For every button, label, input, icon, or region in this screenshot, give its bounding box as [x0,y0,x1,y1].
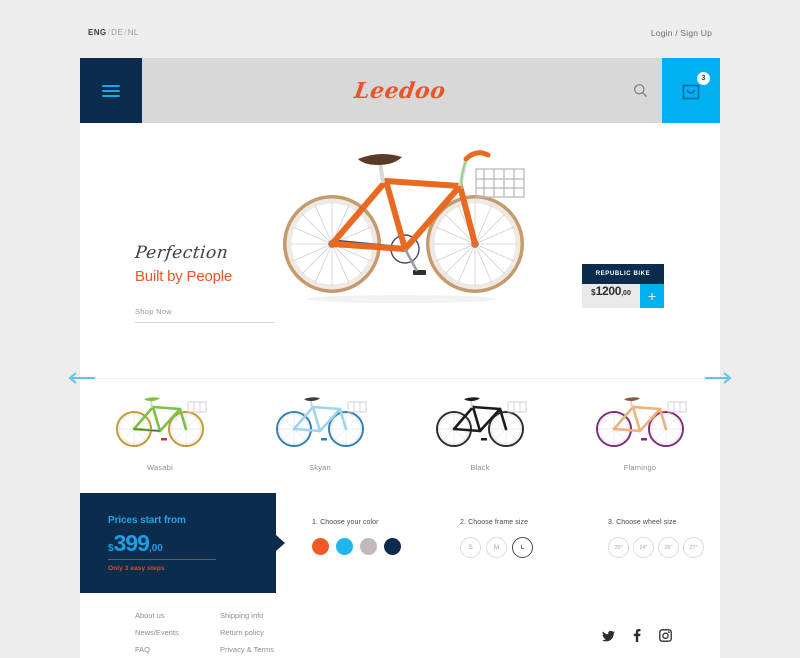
login-signup-link[interactable]: Login / Sign Up [651,28,712,38]
social-links [602,629,672,647]
utility-bar: ENG/DE/NL Login / Sign Up [0,0,800,58]
bike-thumb-flamingo [595,397,686,447]
wheel-size-24[interactable]: 24" [633,537,654,558]
search-button[interactable] [618,58,662,123]
color-swatch-navy[interactable] [384,538,401,555]
footer-link-return-policy[interactable]: Return policy [220,624,274,641]
carousel-item-label: Flamingo [623,463,657,472]
facebook-icon[interactable] [633,629,641,647]
price-integer: 1200 [595,284,622,298]
search-icon [633,84,647,98]
instagram-icon[interactable] [659,629,672,647]
wheel-size-27[interactable]: 27" [683,537,704,558]
arrow-right-icon [705,372,732,384]
step-wheel-size: 3. Choose wheel size 20" 24" 26" 27" [572,493,720,593]
shop-now-link[interactable]: Shop Now [135,307,275,323]
carousel-item-label: Wasabi [147,463,173,472]
footer-link-news-events[interactable]: News/Events [135,624,179,641]
configurator-steps: 1. Choose your color 2. Choose frame siz… [276,493,720,593]
footer-column-two: Shipping info Return policy Privacy & Te… [220,607,274,658]
step-frame-size: 2. Choose frame size S M L [424,493,572,593]
carousel-item-wasabi[interactable]: Wasabi [80,379,240,472]
hero-price-widget: REPUBLIC BIKE $1200,00 + [582,264,664,308]
add-to-cart-button[interactable]: + [640,284,664,308]
wheel-size-26[interactable]: 26" [658,537,679,558]
site-header: Leedoo 3 [80,58,720,123]
carousel-item-black[interactable]: Black [400,379,560,472]
color-swatch-orange[interactable] [312,538,329,555]
promo-panel: Prices start from $399,00 Only 3 easy st… [80,493,276,593]
wheel-size-group: 20" 24" 26" 27" [608,537,720,558]
footer-link-shipping-info[interactable]: Shipping info [220,607,274,624]
wheel-size-20[interactable]: 20" [608,537,629,558]
carousel-item-label: Skyan [309,463,331,472]
site-footer: About us News/Events FAQ Shipping info R… [80,593,720,658]
footer-link-about-us[interactable]: About us [135,607,179,624]
bike-thumb-black [435,397,526,447]
frame-size-m[interactable]: M [486,537,507,558]
product-price: $1200,00 [582,284,640,308]
color-swatch-grey[interactable] [360,538,377,555]
footer-link-privacy-terms[interactable]: Privacy & Terms [220,641,274,658]
promo-kicker: Prices start from [108,515,186,526]
language-de[interactable]: DE [111,28,123,37]
product-carousel: Wasabi Skyan Black Flamingo [80,378,720,495]
bike-thumb-skyan [275,397,366,447]
hero-bike-image [283,150,525,303]
product-badge: REPUBLIC BIKE [582,264,664,284]
footer-column-one: About us News/Events FAQ [135,607,179,658]
price-decimal: ,00 [621,290,631,297]
carousel-prev-button[interactable] [68,371,96,385]
step-frame-label: 2. Choose frame size [460,519,529,526]
footer-link-faq[interactable]: FAQ [135,641,179,658]
page-root: ENG/DE/NL Login / Sign Up Leedoo 3 Perfe… [0,0,800,658]
language-eng[interactable]: ENG [88,28,107,37]
color-swatch-blue[interactable] [336,538,353,555]
bike-thumb-wasabi [115,397,206,447]
site-card: Leedoo 3 Perfection Built by People Shop… [80,58,720,658]
promo-divider [108,559,216,560]
frame-size-group: S M L [460,537,572,558]
step-color-label: 1. Choose your color [312,519,379,526]
language-selector[interactable]: ENG/DE/NL [88,28,139,37]
carousel-item-label: Black [470,463,490,472]
promo-note: Only 3 easy steps [108,565,165,572]
language-nl[interactable]: NL [128,28,139,37]
arrow-left-icon [68,372,95,384]
step-color: 1. Choose your color [276,493,424,593]
color-swatch-group [312,538,424,555]
promo-price: $399,00 [108,530,276,557]
frame-size-s[interactable]: S [460,537,481,558]
carousel-item-skyan[interactable]: Skyan [240,379,400,472]
configurator: Prices start from $399,00 Only 3 easy st… [80,493,720,593]
cart-count-badge: 3 [697,72,710,85]
hero-section: Perfection Built by People Shop Now REPU… [80,123,720,378]
carousel-item-flamingo[interactable]: Flamingo [560,379,720,472]
promo-decimal: ,00 [148,543,163,554]
frame-size-l[interactable]: L [512,537,533,558]
twitter-icon[interactable] [602,629,615,647]
cart-button[interactable]: 3 [662,58,720,123]
step-wheel-label: 3. Choose wheel size [608,519,677,526]
shopping-bag-icon [682,84,700,99]
carousel-next-button[interactable] [704,371,732,385]
promo-integer: 399 [113,530,150,556]
